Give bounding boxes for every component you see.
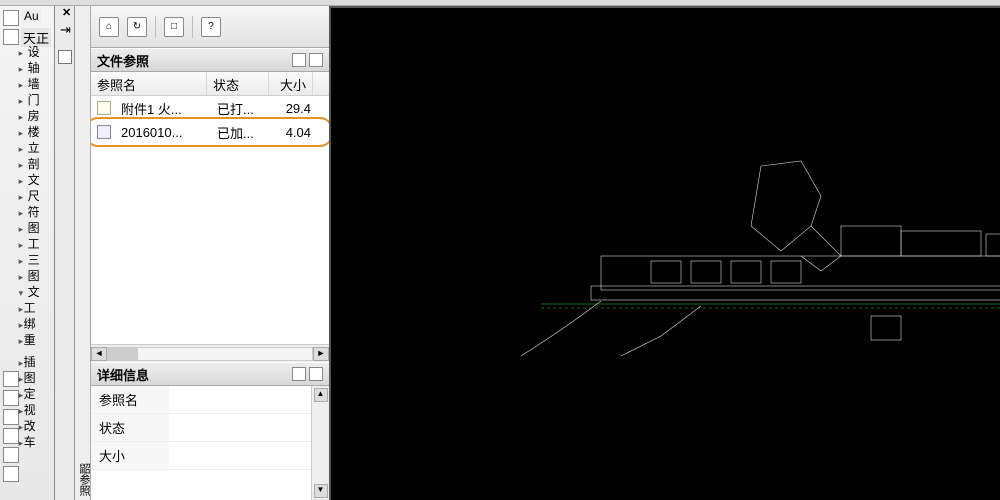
tool-icon[interactable] bbox=[3, 371, 19, 387]
sidebar-item[interactable]: 改 bbox=[22, 418, 54, 434]
vertical-label: 鼦参照 bbox=[76, 463, 92, 496]
sidebar-item[interactable]: 轴 bbox=[22, 60, 54, 76]
file-refs-table: 参照名 状态 大小 附件1 火... 已打... 29.4 2016010...… bbox=[91, 72, 329, 362]
sidebar-item[interactable]: 工 bbox=[22, 300, 54, 316]
scroll-right-icon[interactable]: ► bbox=[313, 347, 329, 361]
tool-icon[interactable] bbox=[3, 447, 19, 463]
sidebar-item[interactable]: 三 bbox=[22, 252, 54, 268]
pin-icon[interactable]: ⇥ bbox=[60, 22, 71, 38]
details-title: 详细信息 bbox=[97, 365, 149, 384]
file-refs-title: 文件参照 bbox=[97, 51, 149, 70]
sidebar-item[interactable]: 房 bbox=[22, 108, 54, 124]
scroll-thumb[interactable] bbox=[108, 348, 138, 360]
preview-icon[interactable] bbox=[309, 367, 323, 381]
col-size[interactable]: 大小 bbox=[269, 72, 313, 95]
sidebar-item[interactable]: 尺 bbox=[22, 188, 54, 204]
cell-name: 附件1 火... bbox=[115, 97, 211, 120]
sidebar-item[interactable]: 剖 bbox=[22, 156, 54, 172]
table-row[interactable]: 2016010... 已加... 4.04 bbox=[91, 120, 329, 144]
sidebar-item[interactable]: 门 bbox=[22, 92, 54, 108]
details-pane: 参照名 状态 大小 ▲ ▼ bbox=[91, 386, 329, 500]
decor-icon bbox=[3, 29, 19, 45]
sidebar-item[interactable]: 插 bbox=[22, 354, 54, 370]
app-title-fragment: Au bbox=[22, 9, 41, 23]
close-icon[interactable]: ✕ bbox=[62, 6, 71, 19]
floor-plan-drawing bbox=[501, 156, 1000, 386]
sidebar-item[interactable]: 符 bbox=[22, 204, 54, 220]
sidebar-item[interactable]: 设 bbox=[22, 44, 54, 60]
scroll-down-icon[interactable]: ▼ bbox=[314, 484, 328, 498]
detail-value bbox=[169, 442, 311, 469]
decor-icon bbox=[3, 10, 19, 26]
secondary-icon-strip bbox=[55, 6, 75, 500]
tool-icon[interactable] bbox=[58, 50, 72, 64]
detail-key: 状态 bbox=[91, 414, 169, 441]
cell-status: 已打... bbox=[211, 97, 273, 120]
sidebar-item[interactable]: 图 bbox=[22, 268, 54, 284]
tool-icon[interactable] bbox=[3, 409, 19, 425]
dwg-file-icon bbox=[97, 125, 111, 139]
palette-toolbar: ⌂ ↻ □ ? bbox=[91, 6, 329, 48]
sidebar-item[interactable]: 图 bbox=[22, 370, 54, 386]
tianzhen-sidebar: Au 天正 设 轴 墙 门 房 楼 立 剖 文 尺 符 图 工 三 bbox=[0, 6, 55, 500]
sidebar-item[interactable]: 视 bbox=[22, 402, 54, 418]
sidebar-item[interactable]: 绑 bbox=[22, 316, 54, 332]
cell-name: 2016010... bbox=[115, 123, 211, 142]
cell-status: 已加... bbox=[211, 121, 273, 144]
detail-row: 大小 bbox=[91, 442, 311, 470]
tool-icon[interactable] bbox=[3, 428, 19, 444]
sidebar-item[interactable]: 图 bbox=[22, 220, 54, 236]
scroll-left-icon[interactable]: ◄ bbox=[91, 347, 107, 361]
dwg-file-icon bbox=[97, 101, 111, 115]
sidebar-item[interactable]: 车 bbox=[22, 434, 54, 450]
vertical-scrollbar[interactable]: ▲ ▼ bbox=[311, 386, 329, 500]
detail-key: 参照名 bbox=[91, 386, 169, 413]
sidebar-item[interactable]: 定 bbox=[22, 386, 54, 402]
tool-button[interactable]: □ bbox=[164, 17, 184, 37]
scroll-track[interactable] bbox=[107, 347, 313, 361]
detail-row: 参照名 bbox=[91, 386, 311, 414]
table-header: 参照名 状态 大小 bbox=[91, 72, 329, 96]
cell-size: 4.04 bbox=[273, 123, 317, 142]
refresh-button[interactable]: ↻ bbox=[127, 17, 147, 37]
detail-row: 状态 bbox=[91, 414, 311, 442]
separator bbox=[155, 16, 156, 38]
left-label-column: 设 轴 墙 门 房 楼 立 剖 文 尺 符 图 工 三 图 文 工 绑 重 插 … bbox=[22, 6, 54, 500]
detail-value bbox=[169, 414, 311, 441]
attach-dwg-button[interactable]: ⌂ bbox=[99, 17, 119, 37]
separator bbox=[192, 16, 193, 38]
table-row[interactable]: 附件1 火... 已打... 29.4 bbox=[91, 96, 329, 120]
details-header: 详细信息 bbox=[91, 362, 329, 386]
sidebar-item[interactable]: 立 bbox=[22, 140, 54, 156]
vertical-gutter: 鼦参照 bbox=[75, 6, 91, 500]
tool-icon[interactable] bbox=[3, 466, 19, 482]
main-row: Au 天正 设 轴 墙 门 房 楼 立 剖 文 尺 符 图 工 三 bbox=[0, 6, 1000, 500]
tree-view-icon[interactable] bbox=[309, 53, 323, 67]
detail-view-icon[interactable] bbox=[292, 367, 306, 381]
external-references-palette: ⌂ ↻ □ ? 文件参照 参照名 状态 大小 附件1 火... 已打... bbox=[91, 6, 331, 500]
list-view-icon[interactable] bbox=[292, 53, 306, 67]
detail-key: 大小 bbox=[91, 442, 169, 469]
horizontal-scrollbar[interactable]: ◄ ► bbox=[91, 344, 329, 362]
sidebar-item[interactable]: 文 bbox=[22, 284, 54, 300]
sidebar-item[interactable]: 工 bbox=[22, 236, 54, 252]
tool-icon[interactable] bbox=[3, 390, 19, 406]
model-space-canvas[interactable] bbox=[331, 6, 1000, 500]
sidebar-item[interactable]: 墙 bbox=[22, 76, 54, 92]
cell-size: 29.4 bbox=[273, 99, 317, 118]
col-status[interactable]: 状态 bbox=[207, 72, 269, 95]
col-name[interactable]: 参照名 bbox=[91, 72, 207, 95]
scroll-up-icon[interactable]: ▲ bbox=[314, 388, 328, 402]
sidebar-item[interactable]: 楼 bbox=[22, 124, 54, 140]
canvas-top-chrome bbox=[331, 6, 1000, 8]
sidebar-item[interactable]: 重 bbox=[22, 332, 54, 348]
help-button[interactable]: ? bbox=[201, 17, 221, 37]
detail-value bbox=[169, 386, 311, 413]
sidebar-item[interactable]: 文 bbox=[22, 172, 54, 188]
file-refs-header: 文件参照 bbox=[91, 48, 329, 72]
